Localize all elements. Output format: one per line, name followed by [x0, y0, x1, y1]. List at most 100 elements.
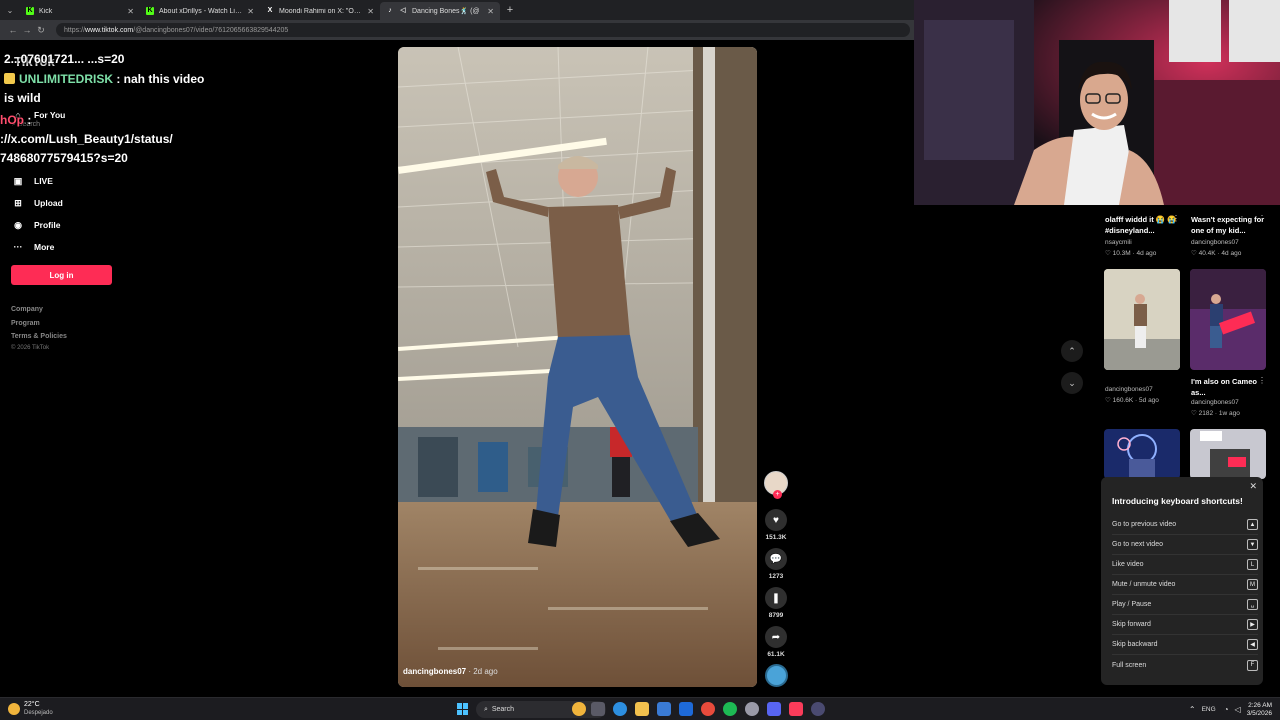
- close-icon[interactable]: ✕: [1249, 481, 1257, 492]
- bookmark-icon[interactable]: ❚: [765, 587, 787, 609]
- share-icon[interactable]: ➦: [765, 626, 787, 648]
- like-action[interactable]: ♥ 151.3K: [764, 509, 788, 541]
- more-options-icon[interactable]: ⋮: [1258, 376, 1266, 385]
- sidebar-item-profile[interactable]: ◉ Profile: [12, 217, 60, 233]
- live-icon: ▣: [13, 175, 23, 186]
- footer-link-company[interactable]: Company: [11, 306, 43, 313]
- tab-title: Kick: [39, 7, 53, 15]
- task-view-icon[interactable]: [591, 702, 605, 716]
- share-action[interactable]: ➦ 61.1K: [764, 626, 788, 658]
- chat-line: UNLIMITEDRISK : nah this video: [4, 70, 204, 89]
- related-title[interactable]: I'm also on Cameo as...: [1191, 376, 1267, 398]
- music-app-icon[interactable]: [789, 702, 803, 716]
- close-tab-icon[interactable]: ✕: [367, 7, 374, 16]
- footer-link-program[interactable]: Program: [11, 320, 40, 327]
- keyboard-shortcuts-popup: ✕ Introducing keyboard shortcuts! Go to …: [1101, 477, 1263, 685]
- sidebar-item-upload[interactable]: ⊞ Upload: [12, 195, 63, 211]
- tab-list-menu-icon[interactable]: ⌄: [0, 0, 20, 20]
- shortcut-label: Go to previous video: [1112, 521, 1177, 528]
- related-thumbnail[interactable]: [1104, 269, 1180, 370]
- back-icon[interactable]: ←: [6, 25, 20, 35]
- comment-icon[interactable]: 💬: [765, 548, 787, 570]
- save-count: 8799: [768, 612, 784, 619]
- related-author[interactable]: nsaycmili: [1105, 239, 1132, 246]
- browser-tab[interactable]: X Moondi Rahimi on X: "Ok yall, if yo ✕: [260, 2, 380, 20]
- tab-title: About xDrillys - Watch Live on Kick: [159, 7, 243, 15]
- browser-tab-active[interactable]: ♪ ◁ Dancing Bones🕺 (@ ✕: [380, 2, 500, 20]
- close-tab-icon[interactable]: ✕: [487, 7, 494, 16]
- sidebar-item-more[interactable]: ··· More: [12, 239, 55, 255]
- more-options-icon[interactable]: ⋮: [1258, 214, 1266, 223]
- footer-link-terms[interactable]: Terms & Policies: [11, 333, 67, 340]
- related-title[interactable]: Wasn't expecting for one of my kid...: [1191, 214, 1267, 236]
- clock[interactable]: 2:26 AM 3/5/2026: [1247, 702, 1272, 718]
- taskbar-search[interactable]: ⌕ Search: [476, 701, 606, 718]
- time: 2:26 AM: [1248, 701, 1272, 709]
- file-explorer-icon[interactable]: [635, 702, 649, 716]
- next-video-button[interactable]: ⌄: [1061, 372, 1083, 394]
- chrome-icon[interactable]: [701, 702, 715, 716]
- windows-start-icon[interactable]: [457, 703, 469, 715]
- sidebar-item-label: More: [34, 242, 55, 252]
- browser-address-bar: ← → ↻ https://www.tiktok.com/@dancingbon…: [0, 20, 914, 40]
- spotify-icon[interactable]: [723, 702, 737, 716]
- chat-line: is wild: [4, 91, 41, 105]
- music-disc-icon[interactable]: [765, 664, 788, 687]
- browser-tab[interactable]: K About xDrillys - Watch Live on Kick ✕: [140, 2, 260, 20]
- url-host: www.tiktok.com: [85, 26, 134, 34]
- close-tab-icon[interactable]: ✕: [247, 7, 254, 16]
- space-key-icon: ␣: [1247, 599, 1258, 610]
- shortcut-row: Full screen F: [1112, 655, 1258, 675]
- close-tab-icon[interactable]: ✕: [127, 7, 134, 16]
- shortcut-label: Skip backward: [1112, 641, 1158, 648]
- chat-username: hOp: [0, 113, 24, 127]
- sidebar-item-label: For You: [34, 110, 66, 120]
- forward-icon[interactable]: →: [20, 25, 34, 35]
- view-count: 10.3M: [1112, 250, 1131, 257]
- shortcut-label: Mute / unmute video: [1112, 581, 1176, 588]
- profile-icon: ◉: [14, 219, 22, 230]
- related-thumbnail[interactable]: [1190, 269, 1266, 370]
- video-player[interactable]: [398, 47, 757, 687]
- browser-tab[interactable]: K Kick ✕: [20, 2, 140, 20]
- weather-widget[interactable]: 22°C Despejado: [24, 701, 53, 717]
- arrow-left-key-icon: ◀: [1247, 639, 1258, 650]
- related-title[interactable]: olafff widdd it 😭 😭 #disneyland...: [1105, 214, 1181, 236]
- related-author[interactable]: dancingbones07: [1105, 386, 1153, 393]
- mail-icon[interactable]: [679, 702, 693, 716]
- avatar: +: [764, 471, 788, 499]
- sidebar-item-live[interactable]: ▣ LIVE: [12, 173, 53, 189]
- chevron-up-icon[interactable]: ⌃: [1189, 705, 1196, 714]
- discord-icon[interactable]: [767, 702, 781, 716]
- related-thumbnail[interactable]: [1190, 429, 1266, 479]
- speaker-icon[interactable]: ◁: [399, 7, 407, 15]
- previous-video-button[interactable]: ⌃: [1061, 340, 1083, 362]
- heart-icon[interactable]: ♥: [765, 509, 787, 531]
- volume-icon[interactable]: ◁: [1235, 705, 1241, 714]
- weather-sun-icon[interactable]: [8, 703, 20, 715]
- system-tray: ⌃ ENG ◔ ◁ 2:26 AM 3/5/2026: [1189, 698, 1280, 720]
- related-thumbnail[interactable]: [1104, 429, 1180, 479]
- language-indicator[interactable]: ENG: [1202, 706, 1216, 713]
- url-input[interactable]: https://www.tiktok.com/@dancingbones07/v…: [56, 23, 910, 37]
- widget-icon[interactable]: [572, 702, 586, 716]
- save-action[interactable]: ❚ 8799: [764, 587, 788, 619]
- creator-avatar-button[interactable]: +: [764, 471, 788, 499]
- obs-icon[interactable]: [811, 702, 825, 716]
- related-author[interactable]: dancingbones07: [1191, 399, 1239, 406]
- edge-icon[interactable]: [613, 702, 627, 716]
- store-icon[interactable]: [657, 702, 671, 716]
- more-options-icon[interactable]: ⋮: [1172, 214, 1180, 223]
- login-button[interactable]: Log in: [11, 265, 112, 285]
- x-favicon-icon: X: [267, 7, 273, 14]
- new-tab-icon[interactable]: +: [500, 4, 520, 16]
- wifi-icon[interactable]: ◔: [1224, 705, 1229, 714]
- video-author[interactable]: dancingbones07 · 2d ago: [403, 667, 498, 676]
- settings-gear-icon[interactable]: [745, 702, 759, 716]
- comment-action[interactable]: 💬 1273: [764, 548, 788, 580]
- related-author[interactable]: dancingbones07: [1191, 239, 1239, 246]
- reload-icon[interactable]: ↻: [34, 25, 48, 36]
- date: 3/5/2026: [1246, 709, 1272, 717]
- webcam-overlay: [914, 0, 1280, 205]
- follow-plus-icon[interactable]: +: [773, 490, 782, 499]
